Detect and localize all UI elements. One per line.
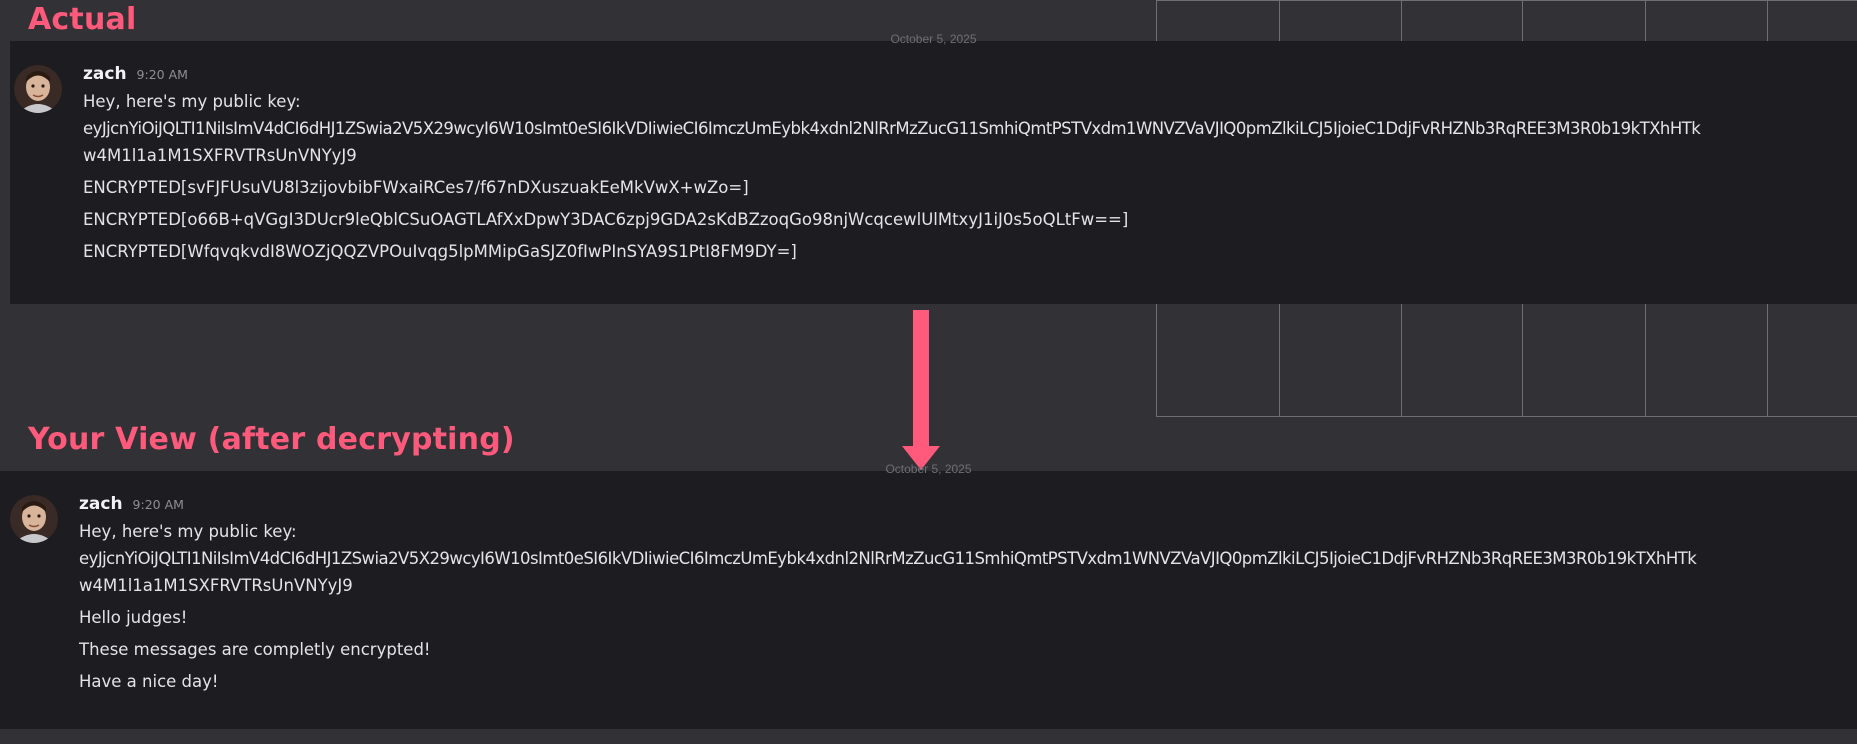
encrypted-message: ENCRYPTED[svFJFUsuVU8l3zijovbibFWxaiRCes…	[83, 178, 749, 197]
user-avatar[interactable]	[14, 65, 62, 113]
public-key-line: eyJjcnYiOiJQLTI1NiIsImV4dCI6dHJ1ZSwia2V5…	[83, 119, 1701, 138]
decrypted-message: Have a nice day!	[79, 672, 219, 691]
encrypted-message: ENCRYPTED[o66B+qVGgI3DUcr9leQblCSuOAGTLA…	[83, 210, 1129, 229]
public-key-line: eyJjcnYiOiJQLTI1NiIsImV4dCI6dHJ1ZSwia2V5…	[79, 549, 1697, 568]
message-header: zach 9:20 AM	[79, 494, 1696, 518]
public-key-line: w4M1l1a1M1SXFRVTRsUnVNYyJ9	[83, 146, 357, 165]
label-actual: Actual	[28, 2, 137, 37]
message-group: zach 9:20 AM Hey, here's my public key: …	[79, 494, 1697, 695]
message-group: zach 9:20 AM Hey, here's my public key: …	[83, 64, 1701, 265]
label-decrypted-view: Your View (after decrypting)	[28, 422, 515, 457]
decrypted-message: These messages are completly encrypted!	[79, 640, 431, 659]
down-arrow-icon	[902, 310, 940, 470]
chat-panel-decrypted: October 5, 2025 zach 9:20 AM Hey, here's…	[0, 462, 1857, 729]
timestamp: 9:20 AM	[136, 67, 188, 82]
decrypted-message: Hello judges!	[79, 608, 188, 627]
user-avatar[interactable]	[10, 495, 58, 543]
timestamp: 9:20 AM	[132, 497, 184, 512]
encrypted-message: ENCRYPTED[WfqvqkvdI8WOZjQQZVPOuIvqg5lpMM…	[83, 242, 797, 261]
username[interactable]: zach	[79, 494, 123, 514]
date-divider: October 5, 2025	[890, 32, 977, 46]
public-key-line: w4M1l1a1M1SXFRVTRsUnVNYyJ9	[79, 576, 353, 595]
avatar-image	[14, 65, 62, 113]
message-header: zach 9:20 AM	[83, 64, 1700, 88]
avatar-image	[10, 495, 58, 543]
chat-panel-encrypted: October 5, 2025 zach 9:20 AM Hey, here's…	[10, 32, 1857, 304]
username[interactable]: zach	[83, 64, 127, 84]
message-text: Hey, here's my public key:	[83, 92, 301, 111]
date-divider: October 5, 2025	[885, 462, 972, 476]
message-text: Hey, here's my public key:	[79, 522, 297, 541]
